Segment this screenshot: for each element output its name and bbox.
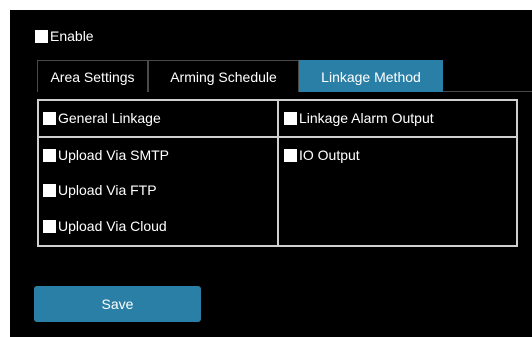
tab-arming-schedule-label: Arming Schedule [170, 68, 277, 85]
tab-arming-schedule[interactable]: Arming Schedule [148, 60, 299, 92]
save-button-label: Save [101, 296, 134, 312]
io-output-option[interactable]: IO Output [284, 146, 360, 164]
tab-divider [443, 91, 532, 92]
upload-cloud-checkbox[interactable] [43, 219, 56, 233]
upload-cloud-option[interactable]: Upload Via Cloud [43, 217, 167, 235]
linkage-grid: General Linkage Linkage Alarm Output Upl… [37, 99, 518, 247]
grid-divider-vertical [277, 101, 279, 245]
upload-ftp-checkbox[interactable] [43, 183, 56, 197]
enable-checkbox[interactable] [35, 29, 48, 43]
tab-linkage-method-label: Linkage Method [321, 68, 421, 85]
tab-linkage-method[interactable]: Linkage Method [299, 60, 443, 92]
linkage-alarm-output-label: Linkage Alarm Output [299, 110, 434, 126]
upload-smtp-option[interactable]: Upload Via SMTP [43, 146, 169, 164]
linkage-alarm-output-option[interactable]: Linkage Alarm Output [284, 109, 434, 127]
settings-panel: Enable Area Settings Arming Schedule Lin… [10, 10, 532, 337]
enable-option[interactable]: Enable [35, 27, 94, 45]
linkage-alarm-output-checkbox[interactable] [284, 111, 297, 125]
enable-label: Enable [50, 28, 94, 44]
upload-smtp-checkbox[interactable] [43, 148, 56, 162]
upload-cloud-label: Upload Via Cloud [58, 218, 167, 234]
io-output-checkbox[interactable] [284, 148, 297, 162]
grid-divider-horizontal [39, 136, 516, 138]
tab-area-settings-label: Area Settings [50, 68, 135, 85]
upload-smtp-label: Upload Via SMTP [58, 147, 170, 163]
upload-ftp-option[interactable]: Upload Via FTP [43, 181, 157, 199]
save-button[interactable]: Save [34, 286, 201, 322]
upload-ftp-label: Upload Via FTP [58, 182, 157, 198]
tab-area-settings[interactable]: Area Settings [37, 60, 148, 92]
general-linkage-label: General Linkage [58, 110, 161, 126]
general-linkage-checkbox[interactable] [43, 111, 56, 125]
tab-bar: Area Settings Arming Schedule Linkage Me… [37, 60, 443, 92]
general-linkage-option[interactable]: General Linkage [43, 109, 161, 127]
io-output-label: IO Output [299, 147, 360, 163]
